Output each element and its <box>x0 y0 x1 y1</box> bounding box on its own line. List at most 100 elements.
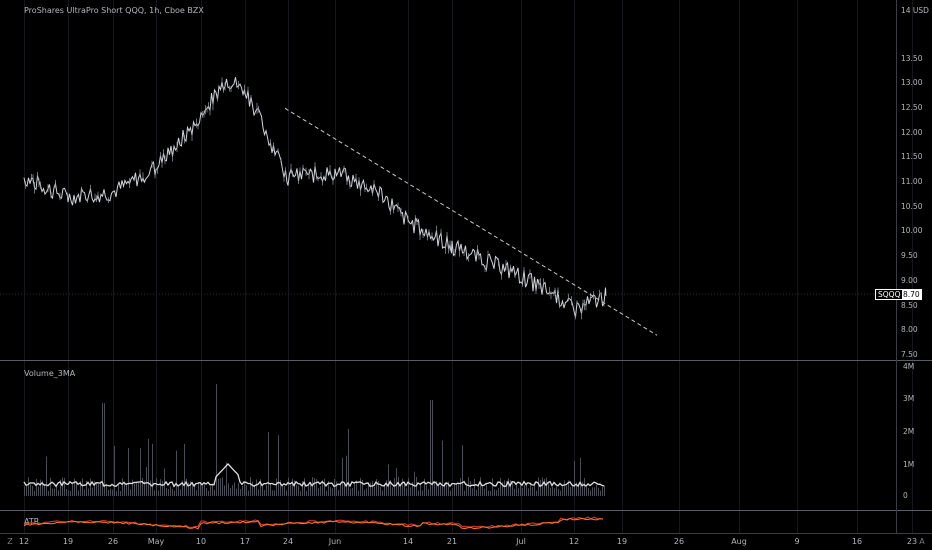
volume-bar <box>320 486 321 496</box>
time-axis[interactable]: Z A 12 19 26 May 10 17 24 Jun 14 21 Jul 12 19 26 Aug 9 1… <box>0 533 932 550</box>
volume-bar <box>78 490 79 496</box>
volume-bar <box>532 486 533 496</box>
volume-bar <box>142 477 143 496</box>
volume-bar <box>216 384 217 496</box>
volume-bar <box>300 491 301 496</box>
volume-bar <box>276 478 277 496</box>
volume-bar <box>602 486 603 496</box>
atr-pane[interactable]: ATR <box>0 511 896 533</box>
volume-bar <box>66 488 67 496</box>
volume-bar <box>170 486 171 496</box>
volume-bar <box>38 486 39 496</box>
volume-chart[interactable] <box>0 361 896 510</box>
volume-bar <box>364 490 365 496</box>
volume-bar <box>422 490 423 496</box>
volume-bar <box>478 486 479 496</box>
volume-bar <box>82 478 83 496</box>
volume-bar <box>372 481 373 496</box>
volume-bar <box>252 481 253 496</box>
volume-bar <box>98 484 99 496</box>
volume-bar <box>324 478 325 496</box>
price-tick-label: 8.50 <box>901 301 918 310</box>
time-tick-label: 23 <box>906 537 918 546</box>
volume-bar <box>158 490 159 496</box>
price-pane[interactable]: ProShares UltraPro Short QQQ, 1h, Cboe B… <box>0 0 896 360</box>
volume-bar <box>440 485 441 496</box>
volume-bar <box>362 479 363 496</box>
volume-bar <box>206 487 207 496</box>
volume-bar <box>76 482 77 496</box>
volume-bar <box>290 485 291 496</box>
volume-bar <box>572 485 573 496</box>
a-icon[interactable]: A <box>916 536 928 548</box>
volume-bar <box>308 484 309 496</box>
volume-bar <box>136 481 137 496</box>
z-icon[interactable]: Z <box>4 536 16 548</box>
price-series-line <box>23 77 607 318</box>
volume-pane[interactable]: Volume_3MA <box>0 361 896 510</box>
volume-bar <box>350 488 351 496</box>
volume-bar <box>550 487 551 496</box>
volume-bar <box>464 490 465 496</box>
volume-bar <box>160 479 161 496</box>
volume-bar <box>342 457 343 496</box>
volume-bar <box>48 490 49 496</box>
volume-bar <box>548 482 549 496</box>
volume-bar <box>92 487 93 496</box>
volume-bar <box>326 490 327 496</box>
volume-bar <box>316 479 317 496</box>
chart-window: ProShares UltraPro Short QQQ, 1h, Cboe B… <box>0 0 932 550</box>
volume-bar <box>132 479 133 496</box>
volume-bar <box>528 488 529 496</box>
volume-tick-label: 4M <box>903 362 915 371</box>
volume-bar <box>202 484 203 496</box>
volume-bar <box>248 490 249 496</box>
volume-bar <box>476 489 477 496</box>
price-scale[interactable]: 14 USD 13.50 13.00 12.50 12.00 11.50 11.00 10.… <box>896 0 932 533</box>
volume-bar <box>452 488 453 496</box>
volume-bar <box>354 482 355 496</box>
volume-bar <box>134 483 135 496</box>
time-tick-label: 12 <box>568 537 580 546</box>
volume-bar <box>410 487 411 496</box>
volume-bar <box>148 438 149 496</box>
volume-tick-label: 0 <box>903 491 908 500</box>
volume-bar <box>338 490 339 496</box>
volume-bar <box>380 486 381 496</box>
volume-bar <box>36 478 37 496</box>
volume-bar <box>462 445 463 496</box>
volume-bar <box>52 488 53 496</box>
volume-bar <box>314 478 315 496</box>
time-tick-label: 21 <box>446 537 458 546</box>
currency-label: 14 USD <box>901 6 929 15</box>
volume-bar <box>484 488 485 496</box>
volume-bar <box>274 490 275 496</box>
volume-bar <box>394 478 395 496</box>
volume-bar <box>402 478 403 496</box>
price-tick-label: 9.00 <box>901 276 918 285</box>
volume-bar <box>198 481 199 496</box>
time-tick-label: Aug <box>731 537 747 546</box>
volume-bar <box>286 490 287 496</box>
volume-bar <box>524 485 525 496</box>
volume-bar <box>96 482 97 496</box>
volume-bar <box>230 488 231 496</box>
price-chart[interactable] <box>0 0 896 360</box>
volume-bar <box>176 450 177 496</box>
volume-bar <box>312 477 313 496</box>
volume-bar <box>192 483 193 496</box>
volume-bar <box>318 488 319 496</box>
volume-bar <box>112 489 113 496</box>
volume-bar <box>432 400 433 496</box>
time-tick-label: 12 <box>18 537 30 546</box>
volume-bar <box>384 485 385 496</box>
volume-bar <box>570 486 571 496</box>
time-tick-label: 24 <box>282 537 294 546</box>
volume-bar <box>470 481 471 496</box>
time-tick-label: 19 <box>62 537 74 546</box>
atr-chart[interactable] <box>0 511 896 533</box>
volume-bar <box>178 485 179 496</box>
volume-bar <box>352 487 353 496</box>
price-tick-label: 10.50 <box>901 202 923 211</box>
volume-bar <box>214 489 215 496</box>
